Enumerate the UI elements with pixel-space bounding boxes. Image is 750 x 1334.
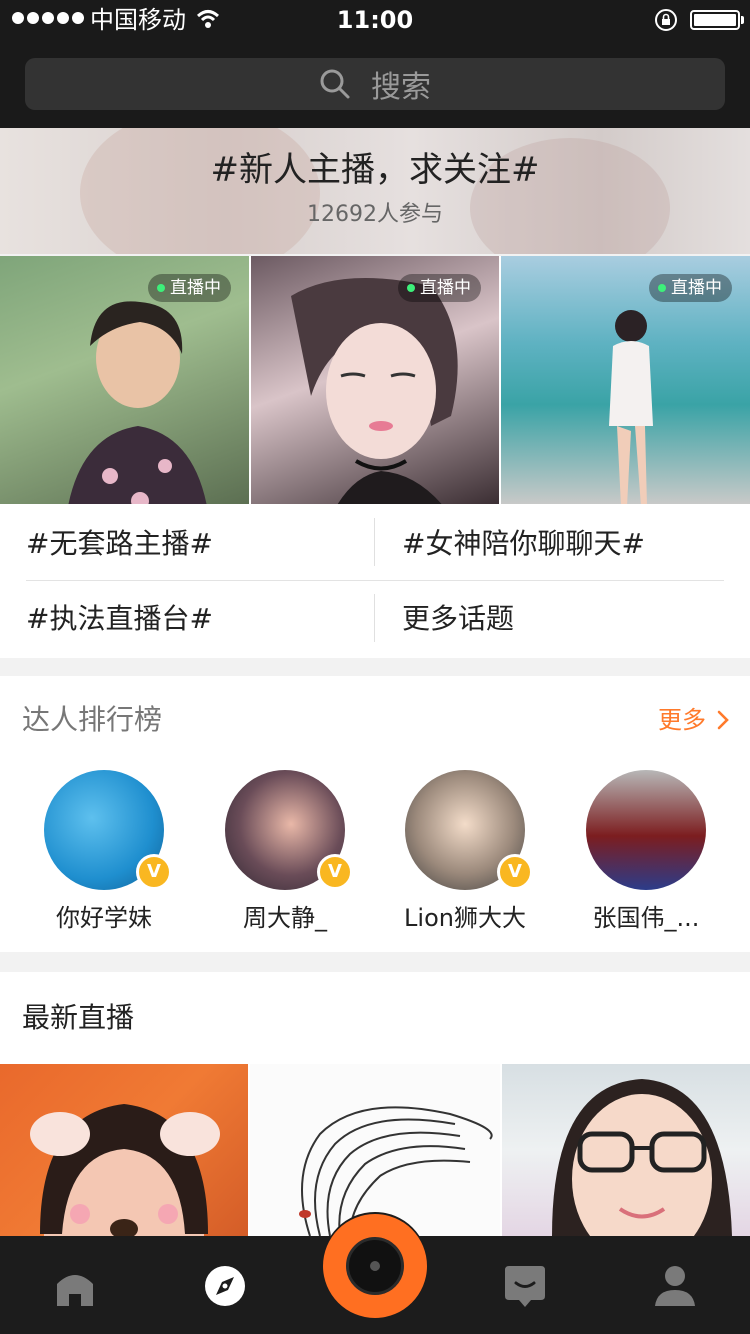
chevron-right-icon [717, 710, 729, 730]
stream-thumbnail [299, 1106, 493, 1236]
live-badge: 直播中 [398, 274, 481, 302]
user-name: 你好学妹 [56, 904, 152, 932]
divider [26, 580, 724, 581]
discover-screen: 中国移动 11:00 搜索 #新人主播，求关注# 12692人参与 直播中 直播… [0, 0, 750, 1334]
topic-link[interactable]: #无套路主播# [26, 506, 366, 582]
live-stream-card[interactable]: 直播中 [251, 256, 499, 504]
ranked-user[interactable]: 张国伟_... [556, 770, 736, 934]
battery-nub [741, 16, 744, 24]
verified-badge-icon: V [317, 854, 353, 890]
messages-icon [505, 1266, 545, 1307]
more-label: 更多 [658, 706, 706, 734]
avatar-container: V [405, 770, 533, 890]
featured-topic-title: #新人主播，求关注# [210, 150, 540, 190]
live-stream-card[interactable]: 直播中 [501, 256, 750, 504]
featured-topic-banner[interactable]: #新人主播，求关注# 12692人参与 [0, 128, 750, 254]
live-stream-card[interactable]: 直播中 [0, 256, 249, 504]
live-badge: 直播中 [148, 274, 231, 302]
verified-badge-icon: V [136, 854, 172, 890]
live-badge: 直播中 [649, 274, 732, 302]
ranked-user[interactable]: V 你好学妹 [14, 770, 194, 934]
divider [374, 594, 375, 642]
search-input[interactable]: 搜索 [25, 58, 725, 110]
stream-thumbnail [30, 1104, 220, 1236]
go-live-camera-button[interactable] [322, 1212, 428, 1318]
topic-link[interactable]: #女神陪你聊聊天# [402, 506, 732, 582]
ranked-user[interactable]: V 周大静_ [195, 770, 375, 934]
avatar-container [586, 770, 706, 890]
live-stream-card[interactable] [0, 1064, 248, 1236]
avatar-container: V [225, 770, 353, 890]
latest-live-row [0, 1064, 750, 1236]
ranking-more-button[interactable]: 更多 [658, 700, 730, 740]
latest-live-header: 最新直播 [0, 972, 750, 1064]
battery-icon [690, 10, 740, 30]
topic-link[interactable]: #执法直播台# [26, 581, 366, 657]
search-header: 搜索 [0, 40, 750, 128]
featured-topic-participants: 12692人参与 [307, 202, 443, 227]
featured-live-row: 直播中 直播中 直播中 [0, 256, 750, 504]
profile-icon [655, 1266, 695, 1306]
user-name: 周大静_ [243, 904, 327, 932]
talent-ranking-section: 达人排行榜 更多 V 你好学妹 V 周大静_ V Lion狮大大 张国伟_... [0, 676, 750, 952]
tab-messages[interactable] [497, 1258, 553, 1314]
compass-icon [205, 1266, 245, 1306]
rotation-lock-icon [655, 9, 677, 31]
search-icon [320, 69, 350, 99]
tab-discover[interactable] [197, 1258, 253, 1314]
avatar [586, 770, 706, 890]
stream-thumbnail [552, 1079, 732, 1236]
user-name: Lion狮大大 [404, 904, 526, 932]
live-stream-card[interactable] [250, 1064, 500, 1236]
user-name: 张国伟_... [592, 904, 700, 932]
stream-thumbnail [609, 310, 653, 504]
live-stream-card[interactable] [502, 1064, 750, 1236]
more-topics-link[interactable]: 更多话题 [402, 581, 732, 657]
home-icon [57, 1275, 93, 1306]
topics-grid: #无套路主播# #女神陪你聊聊天# #执法直播台# 更多话题 [0, 504, 750, 658]
search-placeholder: 搜索 [371, 70, 431, 105]
clock: 11:00 [336, 6, 414, 34]
verified-badge-icon: V [497, 854, 533, 890]
status-bar: 中国移动 11:00 [0, 0, 750, 40]
camera-icon [346, 1237, 404, 1295]
section-title: 最新直播 [22, 1001, 135, 1034]
stream-thumbnail [68, 301, 207, 504]
divider [374, 518, 375, 566]
tab-profile[interactable] [647, 1258, 703, 1314]
stream-thumbnail [291, 278, 458, 504]
ranked-user[interactable]: V Lion狮大大 [375, 770, 555, 934]
banner-background-blur [80, 128, 320, 254]
tab-home[interactable] [47, 1258, 103, 1314]
section-title: 达人排行榜 [22, 703, 163, 736]
avatar-container: V [44, 770, 172, 890]
